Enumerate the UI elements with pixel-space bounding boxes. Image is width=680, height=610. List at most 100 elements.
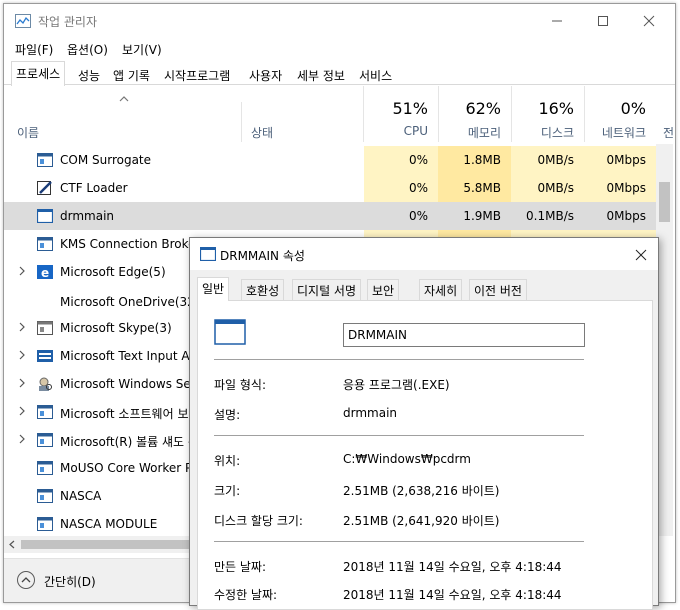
process-name: drmmain (60, 209, 115, 223)
process-name: NASCA (60, 489, 102, 503)
tab-details[interactable]: 세부 정보 (292, 63, 350, 85)
title-bar: 작업 관리자 (4, 4, 675, 36)
size-value: 2.51MB (2,638,216 바이트) (343, 484, 500, 498)
close-icon (643, 15, 655, 27)
dialog-close-button[interactable] (622, 238, 658, 270)
tab-details[interactable]: 자세히 (419, 279, 463, 300)
window-icon (37, 153, 53, 167)
tab-services[interactable]: 서비스 (354, 63, 397, 85)
task-manager-icon (15, 14, 31, 28)
close-button[interactable] (626, 4, 672, 36)
process-name: Microsoft OneDrive(32비 (60, 295, 206, 309)
tab-startup[interactable]: 시작프로그램 (159, 63, 235, 85)
memory-percent: 62% (465, 99, 501, 118)
keyboard-icon (37, 350, 53, 362)
dialog-tab-bar: 일반 호환성 디지털 서명 보안 자세히 이전 버전 (197, 277, 653, 301)
filename-field[interactable] (343, 323, 585, 347)
chevron-right-icon[interactable] (17, 434, 27, 444)
table-row-selected[interactable]: drmmain 0% 1.9MB 0.1MB/s 0Mbps (4, 202, 656, 230)
process-name: Microsoft Windows Sear (60, 377, 204, 391)
tab-compatibility[interactable]: 호환성 (241, 279, 285, 300)
network-value: 0Mbps (606, 209, 646, 223)
process-name: NASCA MODULE (60, 517, 158, 531)
maximize-icon (598, 16, 608, 26)
general-panel: 파일 형식: 응용 프로그램(.EXE) 설명: drmmain 위치: C:₩… (197, 300, 653, 610)
memory-value: 1.9MB (463, 209, 501, 223)
table-row[interactable]: COM Surrogate 0% 1.8MB 0MB/s 0Mbps (4, 146, 656, 174)
process-name: Microsoft 소프트웨어 보 (60, 407, 189, 421)
created-value: 2018년 11월 14일 수요일, 오후 4:18:44 (343, 560, 562, 574)
network-percent: 0% (620, 99, 646, 118)
column-disk[interactable]: 16% 디스크 (511, 86, 584, 142)
tab-app-history[interactable]: 앱 기록 (108, 63, 155, 85)
scrollbar-thumb[interactable] (659, 182, 670, 222)
svg-text:e: e (41, 266, 49, 279)
network-value: 0Mbps (584, 174, 656, 202)
process-name: Microsoft Text Input App (60, 349, 205, 363)
disk-value: 0MB/s (511, 146, 584, 174)
column-extra[interactable]: 전 (663, 124, 674, 141)
modified-value: 2018년 11월 14일 수요일, 오후 4:18:44 (343, 588, 562, 602)
cpu-label: CPU (403, 124, 428, 138)
window-icon (37, 489, 53, 503)
description-value: drmmain (343, 406, 398, 420)
tab-performance[interactable]: 성능 (73, 63, 105, 85)
divider (214, 359, 584, 360)
chevron-right-icon[interactable] (17, 350, 27, 360)
disk-value: 0MB/s (511, 174, 584, 202)
chevron-right-icon[interactable] (17, 378, 27, 388)
cpu-value: 0% (364, 146, 438, 174)
tab-security[interactable]: 보안 (367, 279, 400, 300)
cpu-percent: 51% (392, 99, 428, 118)
scrollbar-thumb[interactable] (21, 540, 191, 549)
sort-up-icon[interactable] (119, 96, 129, 102)
modified-label: 수정한 날짜: (214, 588, 278, 602)
chevron-right-icon[interactable] (17, 406, 27, 416)
fewer-details-link[interactable]: 간단히(D) (44, 573, 96, 590)
column-cpu[interactable]: 51% CPU (363, 86, 438, 142)
tab-previous-versions[interactable]: 이전 버전 (469, 279, 527, 300)
location-value: C:₩Windows₩pcdrm (343, 452, 471, 466)
properties-dialog: DRMMAIN 속성 일반 호환성 디지털 서명 보안 자세히 이전 버전 파일… (189, 237, 659, 610)
minimize-button[interactable] (534, 4, 580, 36)
scroll-left-icon[interactable] (8, 540, 16, 549)
tab-general[interactable]: 일반 (197, 277, 230, 301)
table-row[interactable]: CTF Loader 0% 5.8MB 0MB/s 0Mbps (4, 174, 656, 202)
process-name: Microsoft Edge(5) (60, 265, 166, 279)
pen-icon (37, 181, 52, 195)
process-name: MoUSO Core Worker Pro (60, 461, 205, 475)
window-icon (37, 237, 53, 251)
disk-size-label: 디스크 할당 크기: (214, 514, 303, 528)
disk-value: 0.1MB/s (526, 209, 574, 223)
process-name: KMS Connection Broker (60, 237, 201, 251)
cpu-value: 0% (364, 174, 438, 202)
tab-processes[interactable]: 프로세스 (11, 61, 66, 86)
menu-options[interactable]: 옵션(O) (67, 41, 108, 58)
menu-view[interactable]: 보기(V) (122, 41, 162, 58)
column-memory[interactable]: 62% 메모리 (438, 86, 511, 142)
tab-users[interactable]: 사용자 (244, 63, 287, 85)
dialog-title-bar: DRMMAIN 속성 (190, 238, 658, 270)
chevron-up-circle-icon[interactable] (17, 571, 35, 589)
menu-file[interactable]: 파일(F) (15, 41, 53, 58)
horizontal-scrollbar[interactable] (4, 536, 194, 553)
size-label: 크기: (214, 484, 241, 498)
window-icon (37, 461, 53, 475)
dialog-title: DRMMAIN 속성 (220, 249, 305, 263)
tab-digital-signature[interactable]: 디지털 서명 (292, 279, 362, 300)
window-icon (37, 433, 53, 447)
process-name: COM Surrogate (60, 153, 152, 167)
window-icon (37, 405, 53, 419)
tab-bar: 프로세스 성능 앱 기록 시작프로그램 사용자 세부 정보 서비스 (4, 61, 675, 86)
column-status[interactable]: 상태 (251, 124, 273, 141)
memory-value: 5.8MB (438, 174, 511, 202)
search-user-icon (39, 377, 52, 391)
chevron-right-icon[interactable] (17, 322, 27, 332)
column-name[interactable]: 이름 (17, 124, 39, 141)
network-value: 0Mbps (584, 146, 656, 174)
column-divider (241, 102, 242, 142)
chevron-right-icon[interactable] (17, 266, 27, 276)
network-label: 네트워크 (601, 126, 646, 140)
maximize-button[interactable] (580, 4, 626, 36)
column-network[interactable]: 0% 네트워크 (584, 86, 656, 142)
